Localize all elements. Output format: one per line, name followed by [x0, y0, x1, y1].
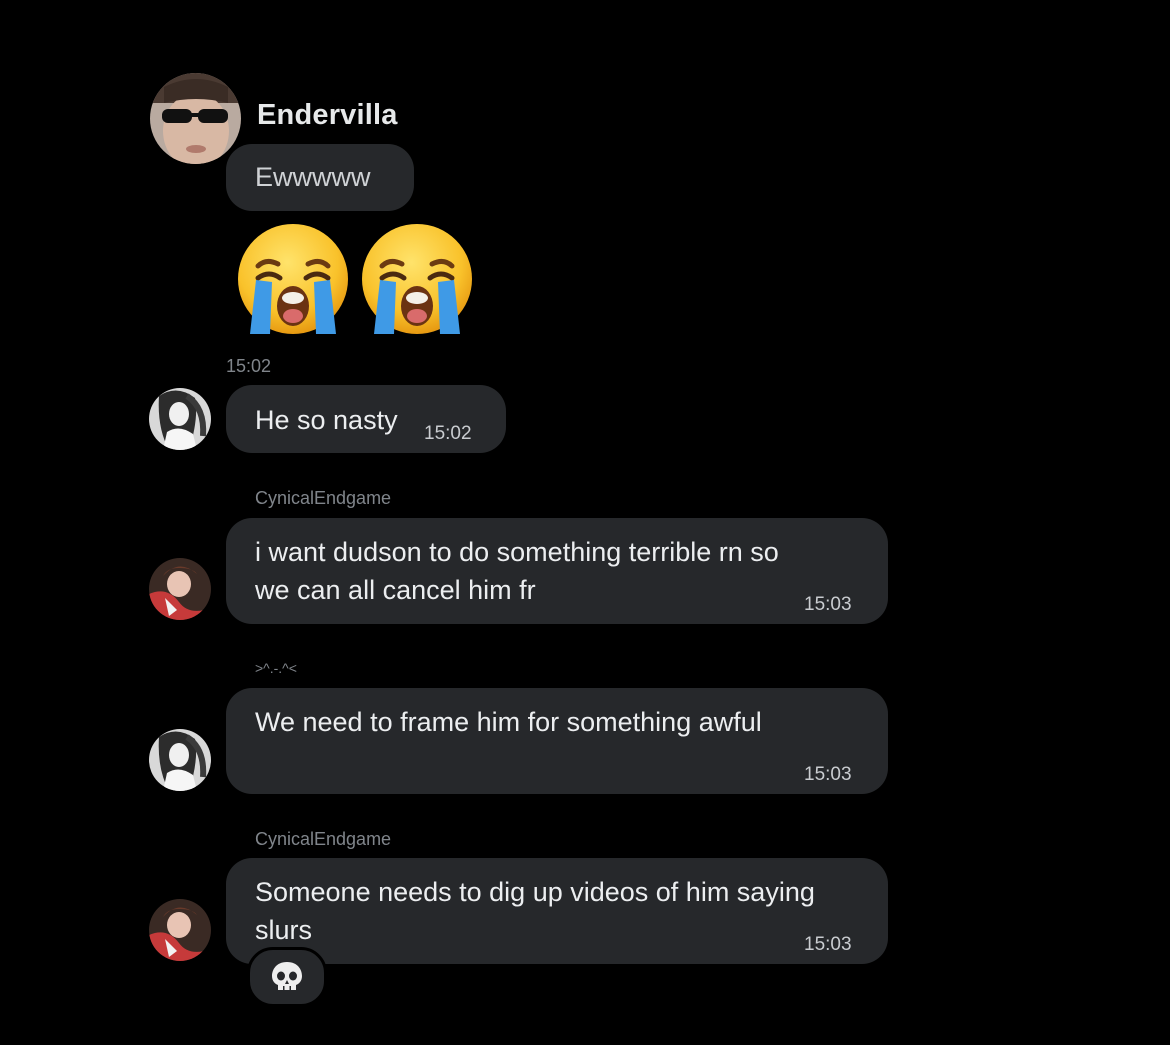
message-bubble[interactable]: We need to frame him for something awful…	[226, 688, 888, 794]
avatar-manga-girl[interactable]	[149, 388, 211, 450]
skull-icon	[272, 962, 302, 990]
crying-face-icon[interactable]	[236, 222, 350, 336]
message-bubble[interactable]: i want dudson to do something terrible r…	[226, 518, 888, 624]
message-timestamp: 15:02	[424, 423, 472, 444]
sender-name[interactable]: CynicalEndgame	[255, 488, 391, 509]
message-text: We need to frame him for something awful	[255, 707, 762, 737]
crying-face-icon[interactable]	[360, 222, 474, 336]
message-timestamp: 15:03	[804, 594, 852, 615]
message-text: i want dudson to do something terrible r…	[255, 537, 779, 605]
message-timestamp: 15:03	[804, 934, 852, 955]
avatar-cynicalendgame[interactable]	[149, 899, 211, 961]
message-text: Ewwwww	[255, 162, 371, 192]
reaction-badge[interactable]	[247, 947, 327, 1007]
sender-name[interactable]: Endervilla	[257, 99, 398, 132]
message-bubble[interactable]: He so nasty 15:02	[226, 385, 506, 453]
message-timestamp: 15:03	[804, 764, 852, 785]
message-text: Someone needs to dig up videos of him sa…	[255, 877, 815, 945]
message-text: He so nasty	[255, 405, 398, 435]
message-bubble[interactable]: Ewwwww	[226, 144, 414, 211]
message-timestamp: 15:02	[226, 356, 272, 376]
chat-thread: Endervilla Ewwwww 15:02 He so nasty 15:0…	[0, 0, 1170, 1045]
message-bubble[interactable]: Someone needs to dig up videos of him sa…	[226, 858, 888, 964]
sender-name[interactable]: CynicalEndgame	[255, 829, 391, 850]
avatar-endervilla[interactable]	[150, 73, 241, 164]
avatar-manga-girl[interactable]	[149, 729, 211, 791]
avatar-cynicalendgame[interactable]	[149, 558, 211, 620]
sender-name[interactable]: >^.-.^<	[255, 660, 297, 676]
